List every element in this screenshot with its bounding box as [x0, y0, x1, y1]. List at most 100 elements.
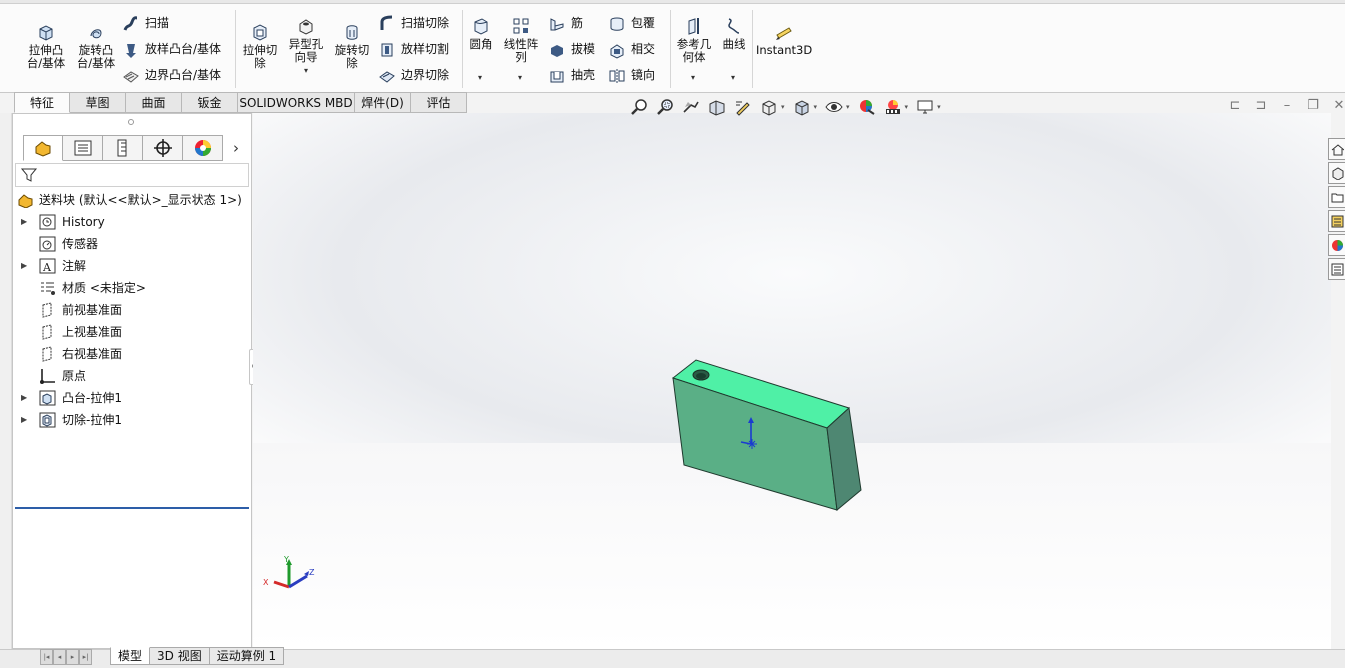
- first-tab-icon[interactable]: |◂: [40, 649, 53, 665]
- task-pane-home[interactable]: [1328, 138, 1345, 160]
- prev-tab-icon[interactable]: ◂: [53, 649, 66, 665]
- previous-view-button[interactable]: [680, 97, 702, 117]
- task-pane-design-library[interactable]: [1328, 162, 1345, 184]
- tab-sketch[interactable]: 草图: [70, 92, 126, 113]
- expand-arrow-icon[interactable]: ▶: [21, 211, 27, 233]
- tree-item-right-plane[interactable]: 右视基准面: [13, 343, 251, 365]
- task-pane-appearances[interactable]: [1328, 234, 1345, 256]
- tab-features[interactable]: 特征: [14, 92, 70, 113]
- minimize-icon[interactable]: –: [1274, 97, 1300, 115]
- extrude-boss-button[interactable]: 拉伸凸 台/基体: [22, 22, 70, 70]
- display-style-button[interactable]: [791, 97, 813, 117]
- tree-item-boss-extrude[interactable]: ▶ 凸台-拉伸1: [13, 387, 251, 409]
- linear-pattern-button[interactable]: 线性阵 列: [500, 16, 542, 64]
- curves-button[interactable]: 曲线: [718, 16, 750, 51]
- configuration-manager-tab[interactable]: [103, 135, 143, 161]
- linear-pattern-dropdown[interactable]: ▾: [518, 73, 522, 82]
- tab-motion-study[interactable]: 运动算例 1: [209, 647, 285, 665]
- sweep-button[interactable]: 扫描: [122, 13, 169, 33]
- tree-filter-bar[interactable]: [15, 163, 249, 187]
- last-tab-icon[interactable]: ▸|: [79, 649, 92, 665]
- task-pane-view-palette[interactable]: [1328, 210, 1345, 232]
- instant3d-button[interactable]: Instant3D: [756, 22, 812, 57]
- tab-model[interactable]: 模型: [110, 647, 151, 665]
- apply-scene-button[interactable]: [882, 97, 904, 117]
- expand-arrow-icon[interactable]: ▶: [21, 409, 27, 431]
- close-icon[interactable]: ✕: [1326, 97, 1345, 115]
- rollback-bar[interactable]: [15, 507, 249, 509]
- lofted-cut-button[interactable]: 放样切割: [378, 39, 449, 59]
- swept-cut-button[interactable]: 扫描切除: [378, 13, 449, 33]
- tree-item-top-plane[interactable]: 上视基准面: [13, 321, 251, 343]
- intersect-button[interactable]: 相交: [608, 39, 655, 59]
- eye-icon: [825, 102, 843, 112]
- rib-button[interactable]: 筋: [548, 13, 583, 33]
- shell-button[interactable]: 抽壳: [548, 65, 595, 85]
- feature-manager-tab[interactable]: [23, 135, 63, 161]
- revolve-boss-button[interactable]: 旋转凸 台/基体: [72, 22, 120, 70]
- view-orientation-button[interactable]: [758, 97, 780, 117]
- boundary-cut-button[interactable]: 边界切除: [378, 65, 449, 85]
- reference-geometry-dropdown[interactable]: ▾: [691, 73, 695, 82]
- command-manager-tabs: 特征 草图 曲面 钣金 SOLIDWORKS MBD 焊件(D) 评估: [14, 92, 467, 113]
- tree-item-origin[interactable]: 原点: [13, 365, 251, 387]
- dynamic-annotation-button[interactable]: [732, 97, 754, 117]
- fillet-button[interactable]: 圆角: [465, 16, 497, 51]
- tab-evaluate[interactable]: 评估: [411, 92, 467, 113]
- ribbon-separator: [670, 10, 671, 88]
- tile-right-icon[interactable]: ⊐: [1248, 97, 1274, 115]
- hide-show-items-button[interactable]: [823, 97, 845, 117]
- display-manager-tab[interactable]: [183, 135, 223, 161]
- expand-arrow-icon[interactable]: ▶: [21, 387, 27, 409]
- view-settings-dropdown[interactable]: ▾: [937, 103, 941, 111]
- display-style-dropdown[interactable]: ▾: [814, 103, 818, 111]
- tree-item-material[interactable]: 材质 <未指定>: [13, 277, 251, 299]
- hide-show-dropdown[interactable]: ▾: [846, 103, 850, 111]
- sensor-icon: [39, 236, 56, 252]
- task-pane-file-explorer[interactable]: [1328, 186, 1345, 208]
- tree-item-annotations[interactable]: ▶ A 注解: [13, 255, 251, 277]
- dimxpert-tab[interactable]: [143, 135, 183, 161]
- pane-drag-handle[interactable]: [128, 119, 134, 125]
- tab-sheet-metal[interactable]: 钣金: [182, 92, 238, 113]
- view-orientation-dropdown[interactable]: ▾: [781, 103, 785, 111]
- hole-wizard-button[interactable]: 异型孔 向导 ▾: [284, 16, 328, 77]
- loft-boss-button[interactable]: 放样凸台/基体: [122, 39, 221, 59]
- view-settings-button[interactable]: [914, 97, 936, 117]
- tree-item-sensors[interactable]: 传感器: [13, 233, 251, 255]
- property-manager-tab[interactable]: [63, 135, 103, 161]
- reference-geometry-button[interactable]: 参考几 何体: [674, 16, 714, 64]
- expand-arrow-icon[interactable]: ▶: [21, 255, 27, 277]
- next-tab-icon[interactable]: ▸: [66, 649, 79, 665]
- part-model[interactable]: [663, 353, 878, 513]
- chevron-right-icon[interactable]: ›: [233, 139, 239, 157]
- wrap-button[interactable]: 包覆: [608, 13, 655, 33]
- tab-weldments[interactable]: 焊件(D): [355, 92, 411, 113]
- tab-3d-views[interactable]: 3D 视图: [150, 647, 210, 665]
- fillet-dropdown[interactable]: ▾: [478, 73, 482, 82]
- tree-item-history[interactable]: ▶ History: [13, 211, 251, 233]
- curves-dropdown[interactable]: ▾: [731, 73, 735, 82]
- triad-z-axis: [288, 574, 308, 589]
- tile-left-icon[interactable]: ⊏: [1222, 97, 1248, 115]
- edit-appearance-button[interactable]: [856, 97, 878, 117]
- graphics-area[interactable]: Y X Z: [253, 113, 1331, 649]
- mirror-button[interactable]: 镜向: [608, 65, 655, 85]
- task-pane-custom-properties[interactable]: [1328, 258, 1345, 280]
- tab-mbd[interactable]: SOLIDWORKS MBD: [238, 92, 355, 113]
- revolve-cut-button[interactable]: 旋转切 除: [330, 22, 374, 70]
- hole-wizard-dropdown[interactable]: ▾: [284, 64, 328, 77]
- boundary-boss-button[interactable]: 边界凸台/基体: [122, 65, 221, 85]
- view-triad[interactable]: Y X Z: [261, 553, 321, 595]
- draft-button[interactable]: 拔模: [548, 39, 595, 59]
- tab-surfaces[interactable]: 曲面: [126, 92, 182, 113]
- restore-icon[interactable]: ❐: [1300, 97, 1326, 115]
- tree-root-part[interactable]: 送料块 (默认<<默认>_显示状态 1>): [13, 189, 251, 211]
- extrude-cut-button[interactable]: 拉伸切 除: [238, 22, 282, 70]
- zoom-to-fit-button[interactable]: [628, 97, 650, 117]
- apply-scene-dropdown[interactable]: ▾: [905, 103, 909, 111]
- zoom-to-area-button[interactable]: [654, 97, 676, 117]
- section-view-button[interactable]: [706, 97, 728, 117]
- tree-item-cut-extrude[interactable]: ▶ 切除-拉伸1: [13, 409, 251, 431]
- tree-item-front-plane[interactable]: 前视基准面: [13, 299, 251, 321]
